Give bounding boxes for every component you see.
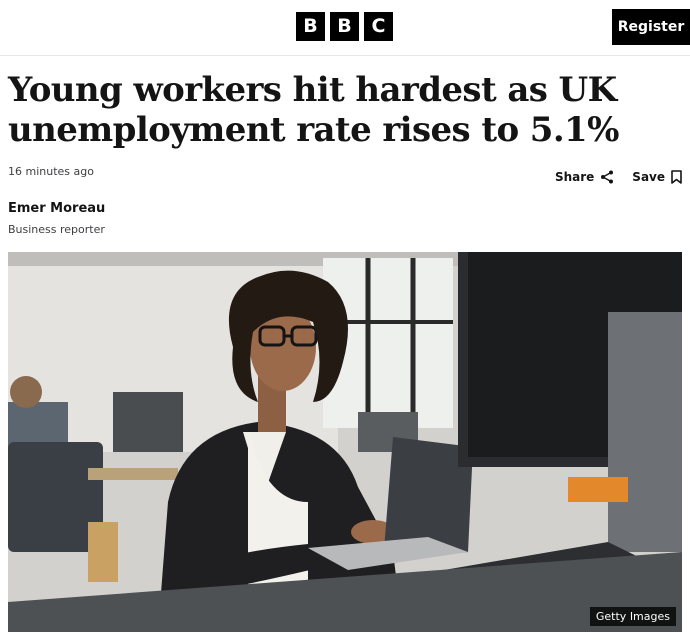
- article-timestamp: 16 minutes ago: [8, 165, 94, 178]
- logo-letter-b2: B: [330, 12, 359, 41]
- save-button[interactable]: Save: [632, 170, 682, 184]
- article-headline: Young workers hit hardest as UK unemploy…: [8, 70, 619, 150]
- author-role: Business reporter: [8, 223, 105, 236]
- logo-letter-c: C: [364, 12, 393, 41]
- top-bar: B B C Register: [0, 0, 690, 56]
- logo-letter-b1: B: [296, 12, 325, 41]
- hero-image: Getty Images: [8, 252, 682, 632]
- bbc-logo[interactable]: B B C: [296, 12, 393, 41]
- bookmark-icon: [671, 170, 682, 184]
- share-icon: [601, 170, 614, 184]
- woman-at-laptop-photo: [8, 252, 682, 632]
- share-button[interactable]: Share: [555, 170, 614, 184]
- save-label: Save: [632, 170, 665, 184]
- share-label: Share: [554, 170, 595, 184]
- register-button[interactable]: Register: [612, 9, 690, 45]
- image-credit: Getty Images: [589, 607, 676, 626]
- author-name: Emer Moreau: [8, 201, 106, 216]
- article-actions: Share Save: [555, 170, 682, 184]
